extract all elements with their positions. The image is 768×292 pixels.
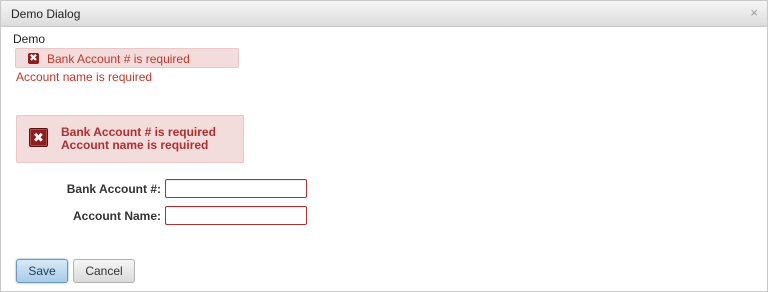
inline-error-text: Bank Account # is required [47,52,190,66]
account-name-input[interactable] [165,206,307,225]
error-icon: ✖ [28,53,39,64]
error-message-lines: Bank Account # is required Account name … [61,126,216,152]
bank-account-input[interactable] [165,179,307,198]
cancel-button[interactable]: Cancel [73,259,135,283]
inline-error-message: ✖ Bank Account # is required [15,48,239,68]
demo-dialog: Demo Dialog × Demo ✖ Bank Account # is r… [0,0,768,292]
standalone-error-text: Account name is required [16,70,153,84]
close-icon[interactable]: × [750,5,758,20]
bank-account-label: Bank Account #: [66,182,161,196]
error-icon: ✖ [29,128,48,147]
save-button[interactable]: Save [16,259,68,283]
error-line-account-name: Account name is required [61,138,209,152]
demo-label: Demo [13,32,46,46]
dialog-titlebar[interactable]: Demo Dialog × [1,1,767,27]
error-message-box: ✖ Bank Account # is required Account nam… [16,115,244,163]
dialog-title: Demo Dialog [11,7,81,21]
account-name-label: Account Name: [72,209,161,223]
